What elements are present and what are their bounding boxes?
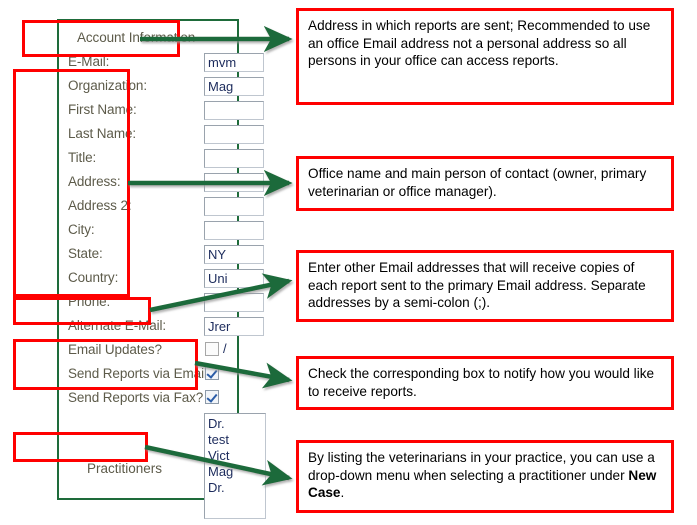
input-address[interactable] [204, 173, 264, 192]
list-item[interactable]: Mag [208, 464, 265, 480]
checkbox-send-reports-via-fax[interactable] [205, 390, 219, 404]
callout-practitioners: By listing the veterinarians in your pra… [296, 440, 674, 513]
callout-practitioners-text-before: By listing the veterinarians in your pra… [308, 450, 655, 483]
input-country[interactable]: Uni [204, 269, 264, 288]
input-phone[interactable] [204, 293, 264, 312]
email-updates-suffix: / [223, 341, 227, 356]
form-row-send-reports-fax: Send Reports via Fax? [59, 387, 237, 411]
practitioner-listbox[interactable]: Dr. test Vict Mag Dr. [204, 413, 266, 519]
highlight-contact-fields [13, 69, 130, 297]
section-title-practitioners: Practitioners [87, 461, 163, 476]
checkbox-email-updates[interactable] [205, 342, 219, 356]
callout-alternate-email: Enter other Email addresses that will re… [296, 250, 674, 322]
input-city[interactable] [204, 221, 264, 240]
callout-practitioners-text-after: . [340, 485, 345, 500]
callout-email: Address in which reports are sent; Recom… [296, 8, 674, 105]
checkbox-send-reports-via-email[interactable] [205, 366, 219, 380]
input-alternate-email[interactable]: Jrer [204, 317, 264, 336]
input-email[interactable]: mvm [204, 53, 264, 72]
input-first-name[interactable] [204, 101, 264, 120]
input-organization[interactable]: Mag [204, 77, 264, 96]
callout-organization: Office name and main person of contact (… [296, 156, 674, 211]
input-last-name[interactable] [204, 125, 264, 144]
highlight-account-information [22, 20, 180, 57]
list-item[interactable]: Dr. [208, 416, 265, 432]
highlight-alternate-email [13, 297, 151, 325]
input-state[interactable]: NY [204, 245, 264, 264]
list-item[interactable]: test [208, 432, 265, 448]
annotated-screenshot: Account Information E-Mail: mvm Organiza… [0, 0, 697, 525]
label-send-reports-via-fax: Send Reports via Fax? [68, 390, 204, 405]
input-address-2[interactable] [204, 197, 264, 216]
input-title[interactable] [204, 149, 264, 168]
highlight-practitioners [13, 432, 148, 462]
callout-send-reports: Check the corresponding box to notify ho… [296, 356, 674, 410]
highlight-send-reports [13, 339, 198, 390]
list-item[interactable]: Vict [208, 448, 265, 464]
list-item[interactable]: Dr. [208, 480, 265, 496]
